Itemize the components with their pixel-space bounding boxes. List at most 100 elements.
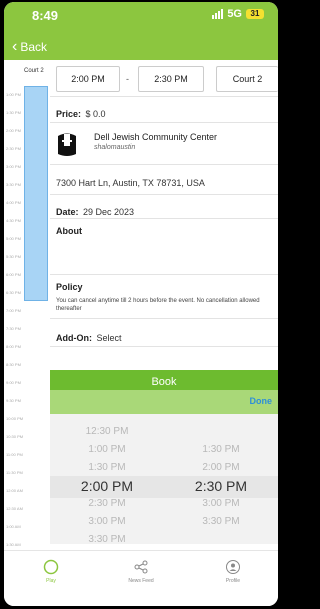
time-range-row: 2:00 PM - 2:30 PM Court 2 xyxy=(50,66,278,92)
status-indicators: 5G 31 xyxy=(212,8,264,20)
schedule-time-label: 8:30 PM xyxy=(6,362,21,367)
phone-screen: 8:49 5G 31 ‹ Back Court 2 1:00 PM 1:30 P… xyxy=(4,2,278,606)
schedule-column: Court 2 1:00 PM 1:30 PM 2:00 PM 2:30 PM … xyxy=(4,60,50,565)
policy-text: You can cancel anytime till 2 hours befo… xyxy=(56,298,260,312)
start-time-option[interactable]: 3:00 PM xyxy=(50,516,164,527)
schedule-time-label xyxy=(6,333,23,342)
schedule-time-label xyxy=(6,387,23,396)
start-time-option[interactable]: 12:30 PM xyxy=(50,426,164,437)
schedule-time-label: 1:00 PM xyxy=(6,92,21,97)
end-time-field[interactable]: 2:30 PM xyxy=(138,66,204,92)
schedule-time-label xyxy=(6,171,23,180)
price-label: Price: xyxy=(56,109,82,119)
schedule-time-label xyxy=(6,405,23,414)
divider xyxy=(50,318,278,319)
schedule-time-label xyxy=(6,135,23,144)
end-time-option[interactable]: 3:00 PM xyxy=(164,498,278,509)
tab-news-feed[interactable]: News Feed xyxy=(106,559,176,584)
addon-select[interactable]: Select xyxy=(96,333,121,343)
schedule-time-label xyxy=(6,495,23,504)
addon-label: Add-On: xyxy=(56,333,92,343)
date-value: 29 Dec 2023 xyxy=(82,207,135,217)
schedule-time-label xyxy=(6,207,23,216)
book-button[interactable]: Book xyxy=(50,370,278,390)
start-time-option[interactable]: 1:00 PM xyxy=(50,444,164,455)
start-time-option[interactable]: 1:30 PM xyxy=(50,462,164,473)
divider xyxy=(50,96,278,97)
price-row: Price: $ 0.0 xyxy=(56,104,106,122)
end-time-option[interactable]: 2:30 PM xyxy=(164,478,278,494)
schedule-time-label: 2:30 PM xyxy=(6,146,21,151)
end-time-option[interactable]: 3:30 PM xyxy=(164,516,278,527)
schedule-time-label xyxy=(6,189,23,198)
start-time-field[interactable]: 2:00 PM xyxy=(56,66,120,92)
divider xyxy=(50,218,278,219)
schedule-time-label: 10:30 PM xyxy=(6,434,24,439)
schedule-time-label: 12:00 AM xyxy=(6,488,23,493)
schedule-time-labels: 1:00 PM 1:30 PM 2:00 PM 2:30 PM 3:00 PM … xyxy=(6,90,23,567)
battery-icon: 31 xyxy=(246,9,264,19)
schedule-time-label: 5:00 PM xyxy=(6,236,21,241)
divider xyxy=(50,274,278,275)
schedule-time-label xyxy=(6,225,23,234)
end-time-option[interactable]: 1:30 PM xyxy=(164,444,278,455)
start-time-option[interactable]: 2:00 PM xyxy=(50,478,164,494)
price-value: $ 0.0 xyxy=(85,109,106,119)
schedule-time-label: 2:00 PM xyxy=(6,128,21,133)
schedule-court-label: Court 2 xyxy=(24,68,44,74)
schedule-time-label xyxy=(6,153,23,162)
tab-profile[interactable]: Profile xyxy=(198,559,268,584)
schedule-time-label: 9:30 PM xyxy=(6,398,21,403)
selected-slot[interactable] xyxy=(24,86,48,301)
schedule-time-label xyxy=(6,117,23,126)
picker-toolbar: Done xyxy=(50,390,278,414)
schedule-time-label: 11:30 PM xyxy=(6,470,23,475)
schedule-time-label: 6:30 PM xyxy=(6,290,21,295)
schedule-time-label: 10:00 PM xyxy=(6,416,24,421)
org-logo-icon xyxy=(58,133,76,156)
org-name[interactable]: Dell Jewish Community Center xyxy=(94,132,217,142)
schedule-time-label xyxy=(6,477,23,486)
circle-icon xyxy=(43,559,59,575)
signal-icon xyxy=(212,9,224,19)
start-time-wheel[interactable]: 12:30 PM 1:00 PM 1:30 PM 2:00 PM 2:30 PM 3:00… xyxy=(50,414,164,545)
schedule-time-label xyxy=(6,351,23,360)
status-bar: 8:49 5G 31 xyxy=(4,8,278,24)
schedule-time-label: 4:00 PM xyxy=(6,200,21,205)
back-label: Back xyxy=(20,40,48,54)
schedule-time-label: 12:30 AM xyxy=(6,506,23,511)
start-time-option[interactable]: 3:30 PM xyxy=(50,534,164,545)
schedule-time-label xyxy=(6,459,23,468)
schedule-time-label: 3:00 PM xyxy=(6,164,21,169)
schedule-time-label xyxy=(6,315,23,324)
start-time-option[interactable]: 2:30 PM xyxy=(50,498,164,509)
schedule-time-label: 7:00 PM xyxy=(6,308,21,313)
court-field[interactable]: Court 2 xyxy=(216,66,278,92)
schedule-time-label xyxy=(6,99,23,108)
header: 8:49 5G 31 ‹ Back xyxy=(4,2,278,60)
schedule-time-label xyxy=(6,369,23,378)
addon-row[interactable]: Add-On: Select xyxy=(56,328,121,346)
end-time-option[interactable]: 2:00 PM xyxy=(164,462,278,473)
status-time: 8:49 xyxy=(32,8,59,23)
schedule-time-label xyxy=(6,297,23,306)
schedule-time-label: 1:30 AM xyxy=(6,542,21,547)
tab-label: News Feed xyxy=(128,578,154,584)
chevron-left-icon: ‹ xyxy=(12,38,18,55)
schedule-time-label: 5:30 PM xyxy=(6,254,21,259)
tab-label: Play xyxy=(46,578,56,584)
divider xyxy=(50,346,278,347)
schedule-time-label: 7:30 PM xyxy=(6,326,21,331)
schedule-time-label xyxy=(6,441,23,450)
tab-play[interactable]: Play xyxy=(16,559,86,584)
address-text: 7300 Hart Ln, Austin, TX 78731, USA xyxy=(56,178,205,188)
back-button[interactable]: ‹ Back xyxy=(12,38,48,55)
time-picker[interactable]: 12:30 PM 1:00 PM 1:30 PM 2:00 PM 2:30 PM 3:00… xyxy=(50,414,278,545)
done-button[interactable]: Done xyxy=(250,396,273,406)
divider xyxy=(50,164,278,165)
schedule-time-label xyxy=(6,261,23,270)
schedule-time-label: 3:30 PM xyxy=(6,182,21,187)
schedule-time-label: 4:30 PM xyxy=(6,218,21,223)
end-time-wheel[interactable]: 1:30 PM 2:00 PM 2:30 PM 3:00 PM 3:30 PM xyxy=(164,414,278,544)
schedule-time-label xyxy=(6,531,23,540)
